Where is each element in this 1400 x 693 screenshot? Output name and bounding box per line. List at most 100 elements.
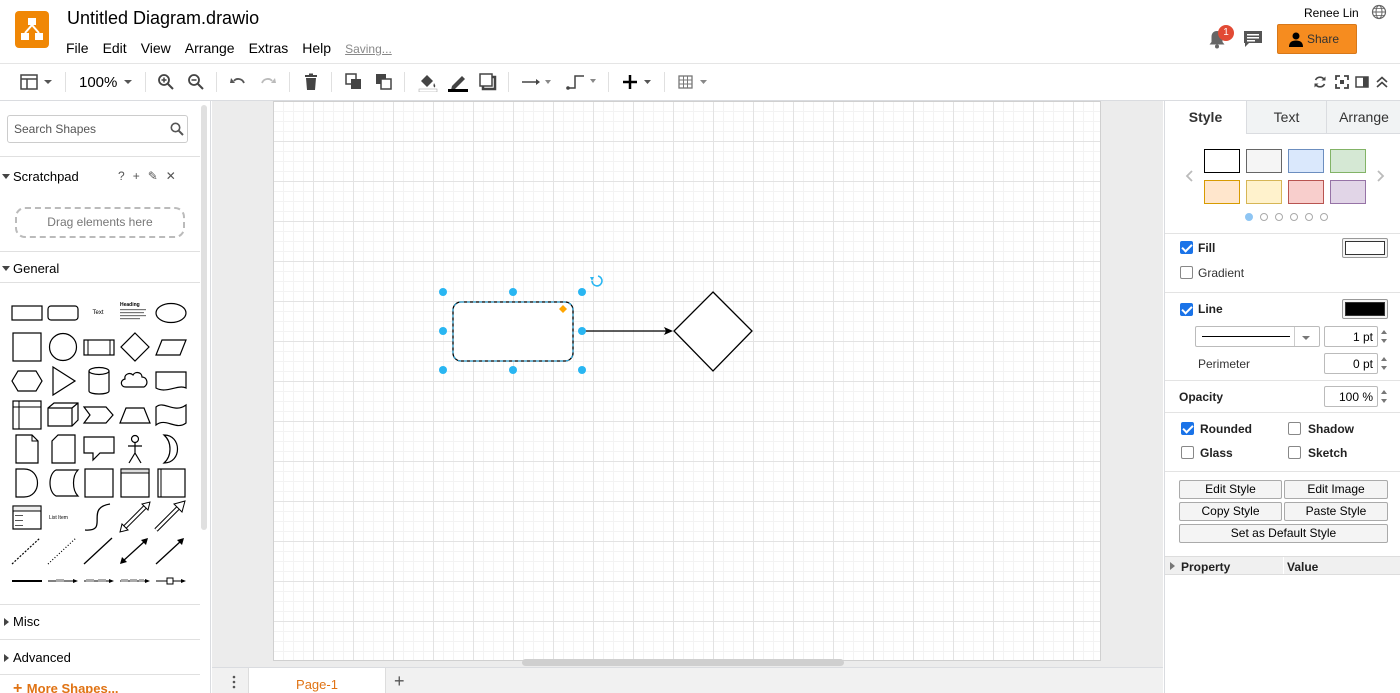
style-swatch[interactable] <box>1204 149 1240 173</box>
zoom-in-button[interactable] <box>157 72 175 92</box>
shape-data-storage[interactable] <box>44 466 80 500</box>
fullscreen-button[interactable] <box>1335 72 1349 92</box>
zoom-dropdown[interactable]: 100% <box>79 72 135 92</box>
line-pattern-select[interactable] <box>1195 326 1320 347</box>
gradient-checkbox[interactable] <box>1180 266 1193 279</box>
resize-handle-e[interactable] <box>578 327 586 335</box>
page-tab[interactable]: Page-1 <box>248 668 386 693</box>
style-swatch[interactable] <box>1204 180 1240 204</box>
shape-hexagon[interactable] <box>8 364 44 398</box>
shape-triangle[interactable] <box>44 364 80 398</box>
shape-delay[interactable] <box>8 466 44 500</box>
shape-list-item[interactable]: List Item <box>44 500 80 534</box>
rotate-icon[interactable] <box>590 275 603 287</box>
scratchpad-drop-zone[interactable]: Drag elements here <box>15 207 185 238</box>
tab-text[interactable]: Text <box>1246 101 1326 134</box>
fill-checkbox[interactable] <box>1180 241 1193 254</box>
swatch-page-dot-4[interactable] <box>1290 213 1298 221</box>
add-icon[interactable]: + <box>133 169 140 183</box>
shape-process[interactable] <box>80 330 116 364</box>
shape-note[interactable] <box>8 432 44 466</box>
shape-text[interactable]: Text <box>80 296 116 330</box>
tab-arrange[interactable]: Arrange <box>1326 101 1400 134</box>
swatch-page-dot-6[interactable] <box>1320 213 1328 221</box>
shape-square[interactable] <box>8 330 44 364</box>
shape-link[interactable] <box>8 566 44 600</box>
resize-handle-ne[interactable] <box>578 288 586 296</box>
perimeter-input[interactable]: 0 pt <box>1324 353 1378 374</box>
shape-callout[interactable] <box>80 432 116 466</box>
toggle-panel-button[interactable] <box>1355 72 1369 92</box>
shape-internal-storage[interactable] <box>8 398 44 432</box>
perimeter-spinner[interactable] <box>1379 353 1389 374</box>
paste-style-button[interactable]: Paste Style <box>1284 502 1388 521</box>
menu-arrange[interactable]: Arrange <box>185 40 235 56</box>
shape-connector-with-label[interactable] <box>44 566 80 600</box>
menu-edit[interactable]: Edit <box>103 40 127 56</box>
sync-button[interactable] <box>1313 72 1327 92</box>
redo-button[interactable] <box>259 72 277 92</box>
shape-document[interactable] <box>152 364 188 398</box>
shape-square-2[interactable] <box>80 466 116 500</box>
line-width-spinner[interactable] <box>1379 326 1389 347</box>
shadow-button[interactable] <box>479 72 497 92</box>
shape-dashed-line[interactable] <box>8 534 44 568</box>
share-button[interactable]: Share <box>1277 24 1357 54</box>
shape-card[interactable] <box>44 432 80 466</box>
waypoints-dropdown[interactable] <box>566 72 600 92</box>
menu-view[interactable]: View <box>141 40 171 56</box>
advanced-section-header[interactable]: Advanced <box>0 647 210 669</box>
style-swatch[interactable] <box>1288 149 1324 173</box>
shape-trapezoid[interactable] <box>116 398 152 432</box>
line-width-input[interactable]: 1 pt <box>1324 326 1378 347</box>
globe-icon[interactable] <box>1371 4 1387 20</box>
edit-image-button[interactable]: Edit Image <box>1284 480 1388 499</box>
swatch-page-dot-2[interactable] <box>1260 213 1268 221</box>
shape-tape[interactable] <box>152 398 188 432</box>
resize-handle-nw[interactable] <box>439 288 447 296</box>
zoom-out-button[interactable] <box>187 72 205 92</box>
shape-circle[interactable] <box>44 330 80 364</box>
swatch-page-dot-3[interactable] <box>1275 213 1283 221</box>
more-shapes-link[interactable]: + More Shapes... <box>13 680 119 693</box>
menu-extras[interactable]: Extras <box>249 40 289 56</box>
resize-handle-sw[interactable] <box>439 366 447 374</box>
resize-handle-s[interactable] <box>509 366 517 374</box>
search-icon[interactable] <box>170 122 184 136</box>
shape-rounded-rectangle[interactable] <box>44 296 80 330</box>
shape-connector-2-labels[interactable] <box>80 566 116 600</box>
shape-directional-connector[interactable] <box>152 534 188 568</box>
delete-button[interactable] <box>303 72 319 92</box>
shape-actor[interactable] <box>116 432 152 466</box>
shape-curve[interactable] <box>80 500 116 534</box>
chevron-left-icon[interactable] <box>1184 169 1194 183</box>
shape-dotted-line[interactable] <box>44 534 80 568</box>
general-section-header[interactable]: General <box>0 258 210 280</box>
style-swatch[interactable] <box>1330 180 1366 204</box>
line-color-button[interactable] <box>447 72 469 92</box>
resize-handle-n[interactable] <box>509 288 517 296</box>
diamond-shape[interactable] <box>673 291 753 372</box>
connection-style-dropdown[interactable] <box>521 72 555 92</box>
resize-handle-se[interactable] <box>578 366 586 374</box>
close-icon[interactable]: ✕ <box>166 169 176 183</box>
shape-container[interactable] <box>116 466 152 500</box>
shape-line[interactable] <box>80 534 116 568</box>
help-icon[interactable]: ? <box>118 169 125 183</box>
style-swatch[interactable] <box>1288 180 1324 204</box>
shape-bidirectional-connector[interactable] <box>116 534 152 568</box>
style-swatch[interactable] <box>1246 149 1282 173</box>
tab-style[interactable]: Style <box>1165 101 1246 134</box>
fill-color-button[interactable] <box>1342 238 1388 258</box>
rounded-rectangle-shape[interactable] <box>452 301 574 362</box>
user-name[interactable]: Renee Lin <box>1304 6 1359 20</box>
shape-diamond[interactable] <box>116 330 152 364</box>
chevron-right-icon[interactable] <box>1376 169 1386 183</box>
document-title[interactable]: Untitled Diagram.drawio <box>67 8 259 29</box>
add-page-icon[interactable]: + <box>394 672 405 690</box>
shape-step[interactable] <box>80 398 116 432</box>
collapse-header-button[interactable] <box>1375 72 1389 92</box>
shape-list[interactable] <box>8 500 44 534</box>
swatch-page-dot-5[interactable] <box>1305 213 1313 221</box>
shape-ellipse[interactable] <box>152 296 188 330</box>
